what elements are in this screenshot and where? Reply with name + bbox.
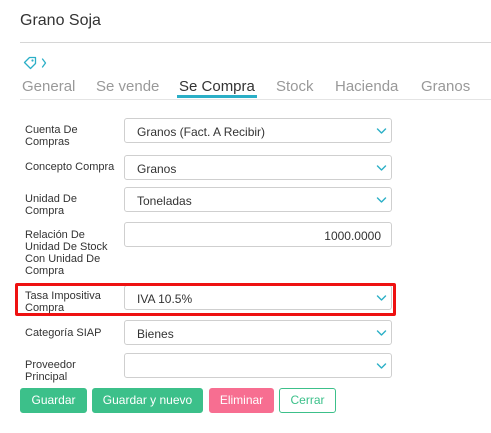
- chevron-down-icon: [376, 165, 387, 171]
- tabs-divider: [20, 99, 491, 100]
- save-button[interactable]: Guardar: [20, 388, 87, 413]
- concepto-compra-label: Concepto Compra: [25, 161, 115, 173]
- tab-general[interactable]: General: [22, 78, 75, 95]
- tab-hacienda[interactable]: Hacienda: [335, 78, 398, 95]
- chevron-down-icon: [376, 330, 387, 336]
- cuenta-de-compras-label: Cuenta De Compras: [25, 124, 78, 148]
- categoria-siap-select[interactable]: Bienes: [124, 320, 392, 345]
- tab-bar: General Se vende Se Compra Stock Haciend…: [0, 76, 491, 100]
- save-and-new-button[interactable]: Guardar y nuevo: [92, 388, 203, 413]
- concepto-compra-select[interactable]: Granos: [124, 155, 392, 180]
- tag-icon[interactable]: [23, 56, 37, 70]
- proveedor-principal-select[interactable]: [124, 353, 392, 378]
- tab-se-vende[interactable]: Se vende: [96, 78, 159, 95]
- chevron-down-icon: [376, 128, 387, 134]
- page-title: Grano Soja: [20, 12, 101, 29]
- chevron-down-icon: [376, 197, 387, 203]
- relacion-unidad-input[interactable]: 1000.0000: [124, 222, 392, 247]
- delete-button[interactable]: Eliminar: [209, 388, 274, 413]
- highlight-box: [15, 283, 396, 316]
- chevron-right-icon[interactable]: [41, 58, 47, 68]
- relacion-unidad-label: Relación De Unidad De Stock Con Unidad D…: [25, 229, 108, 277]
- tab-se-compra[interactable]: Se Compra: [179, 78, 255, 95]
- unidad-de-compra-select[interactable]: Toneladas: [124, 187, 392, 212]
- proveedor-principal-label: Proveedor Principal: [25, 359, 76, 383]
- unidad-de-compra-value: Toneladas: [137, 194, 192, 208]
- tab-granos[interactable]: Granos: [421, 78, 470, 95]
- cuenta-de-compras-value: Granos (Fact. A Recibir): [137, 125, 266, 139]
- unidad-de-compra-label: Unidad De Compra: [25, 193, 77, 217]
- breadcrumb: [23, 56, 53, 70]
- active-tab-underline: [177, 95, 257, 98]
- close-button[interactable]: Cerrar: [279, 388, 336, 413]
- tab-stock[interactable]: Stock: [276, 78, 314, 95]
- cuenta-de-compras-select[interactable]: Granos (Fact. A Recibir): [124, 118, 392, 143]
- title-divider: [20, 42, 491, 43]
- categoria-siap-value: Bienes: [137, 327, 174, 341]
- relacion-unidad-value: 1000.0000: [324, 229, 381, 243]
- categoria-siap-label: Categoría SIAP: [25, 327, 102, 339]
- concepto-compra-value: Granos: [137, 162, 177, 176]
- chevron-down-icon: [376, 363, 387, 369]
